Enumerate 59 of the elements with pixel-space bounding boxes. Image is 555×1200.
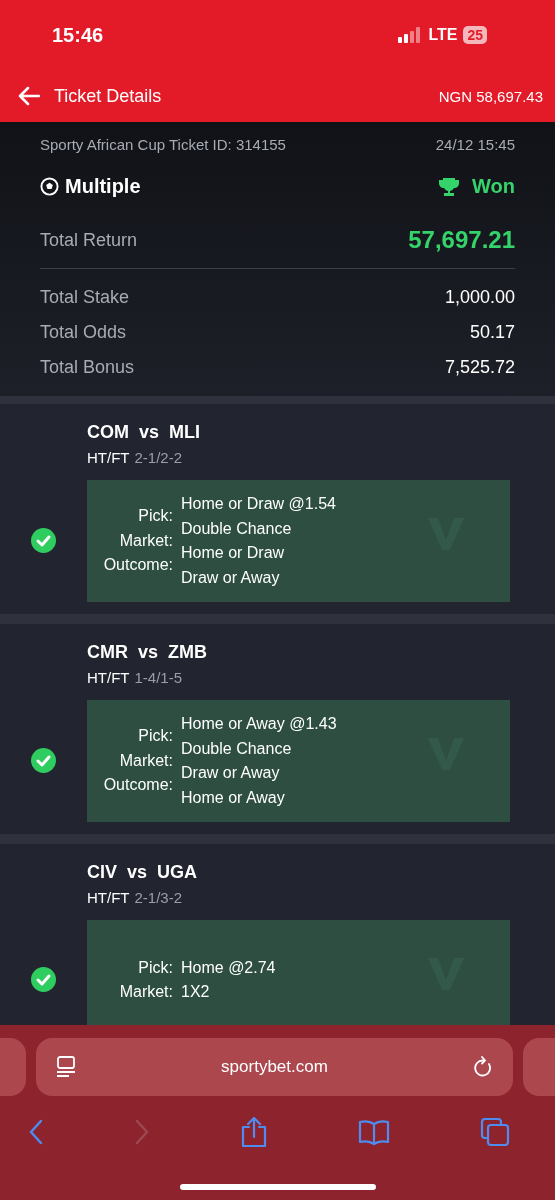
- field-value: Draw or Away: [181, 763, 281, 783]
- reader-icon[interactable]: [56, 1056, 76, 1078]
- battery-level: 25: [463, 26, 487, 44]
- trophy-icon: [438, 176, 461, 197]
- field-label: Pick:: [138, 957, 173, 978]
- ticket-status: Won: [472, 175, 515, 198]
- field-label: Outcome:: [103, 775, 173, 796]
- summary-value: 50.17: [469, 322, 515, 343]
- total-return-label: Total Return: [40, 229, 138, 251]
- result-label: HT/FT: [87, 889, 130, 906]
- summary-label: Total Stake: [40, 287, 130, 308]
- signal-icon: [398, 27, 423, 43]
- back-arrow-icon[interactable]: [18, 86, 40, 106]
- field-label: Pick:: [138, 506, 173, 527]
- field-value: Home or Draw: [181, 543, 286, 563]
- forward-icon[interactable]: [134, 1119, 150, 1145]
- soccer-ball-icon: [40, 177, 59, 196]
- reload-icon[interactable]: [473, 1056, 493, 1078]
- match-title: CIV vs UGA: [87, 862, 199, 883]
- field-value: Home or Away: [181, 787, 286, 808]
- result-label: HT/FT: [87, 669, 130, 686]
- url-text: sportybet.com: [221, 1057, 328, 1077]
- page-title: Ticket Details: [54, 85, 162, 107]
- field-value: Double Chance: [181, 738, 293, 759]
- ticket-datetime: 24/12 15:45: [435, 136, 515, 153]
- status-time: 15:46: [52, 23, 104, 47]
- total-return-value: 57,697.21: [408, 226, 515, 254]
- share-icon[interactable]: [240, 1116, 268, 1148]
- field-label: Market:: [119, 982, 173, 1002]
- field-value: Home or Draw @1.54: [181, 494, 336, 514]
- ticket-id: Sporty African Cup Ticket ID: 314155: [40, 136, 286, 153]
- tabs-icon[interactable]: [480, 1117, 510, 1147]
- match-title: CMR vs ZMB: [87, 642, 208, 663]
- result-label: HT/FT: [87, 449, 130, 466]
- field-value: Draw or Away: [181, 567, 281, 588]
- match-score: 2-1/3-2: [134, 889, 183, 906]
- summary-value: 7,525.72: [444, 357, 515, 378]
- match-title: COM vs MLI: [87, 422, 201, 443]
- summary-label: Total Odds: [40, 322, 127, 343]
- field-value: Home or Away @1.43: [181, 714, 337, 734]
- tab-preview[interactable]: [523, 1038, 555, 1096]
- network-label: LTE: [428, 26, 458, 44]
- account-balance: NGN 58,697.43: [438, 87, 543, 105]
- field-value: 1X2: [181, 982, 211, 1002]
- field-label: Outcome:: [103, 555, 173, 576]
- bet-type: Multiple: [65, 175, 141, 198]
- tab-preview[interactable]: [0, 1038, 26, 1096]
- bookmarks-icon[interactable]: [358, 1119, 390, 1145]
- field-value: Home @2.74: [181, 957, 276, 978]
- field-label: Market:: [119, 530, 173, 551]
- back-icon[interactable]: [28, 1119, 44, 1145]
- field-label: Pick:: [138, 726, 173, 747]
- field-value: Double Chance: [181, 518, 293, 539]
- summary-label: Total Bonus: [40, 357, 135, 378]
- match-score: 1-4/1-5: [134, 669, 183, 686]
- address-bar[interactable]: sportybet.com: [36, 1038, 513, 1096]
- match-score: 2-1/2-2: [134, 449, 183, 466]
- summary-value: 1,000.00: [444, 287, 515, 308]
- field-label: Market:: [119, 750, 173, 771]
